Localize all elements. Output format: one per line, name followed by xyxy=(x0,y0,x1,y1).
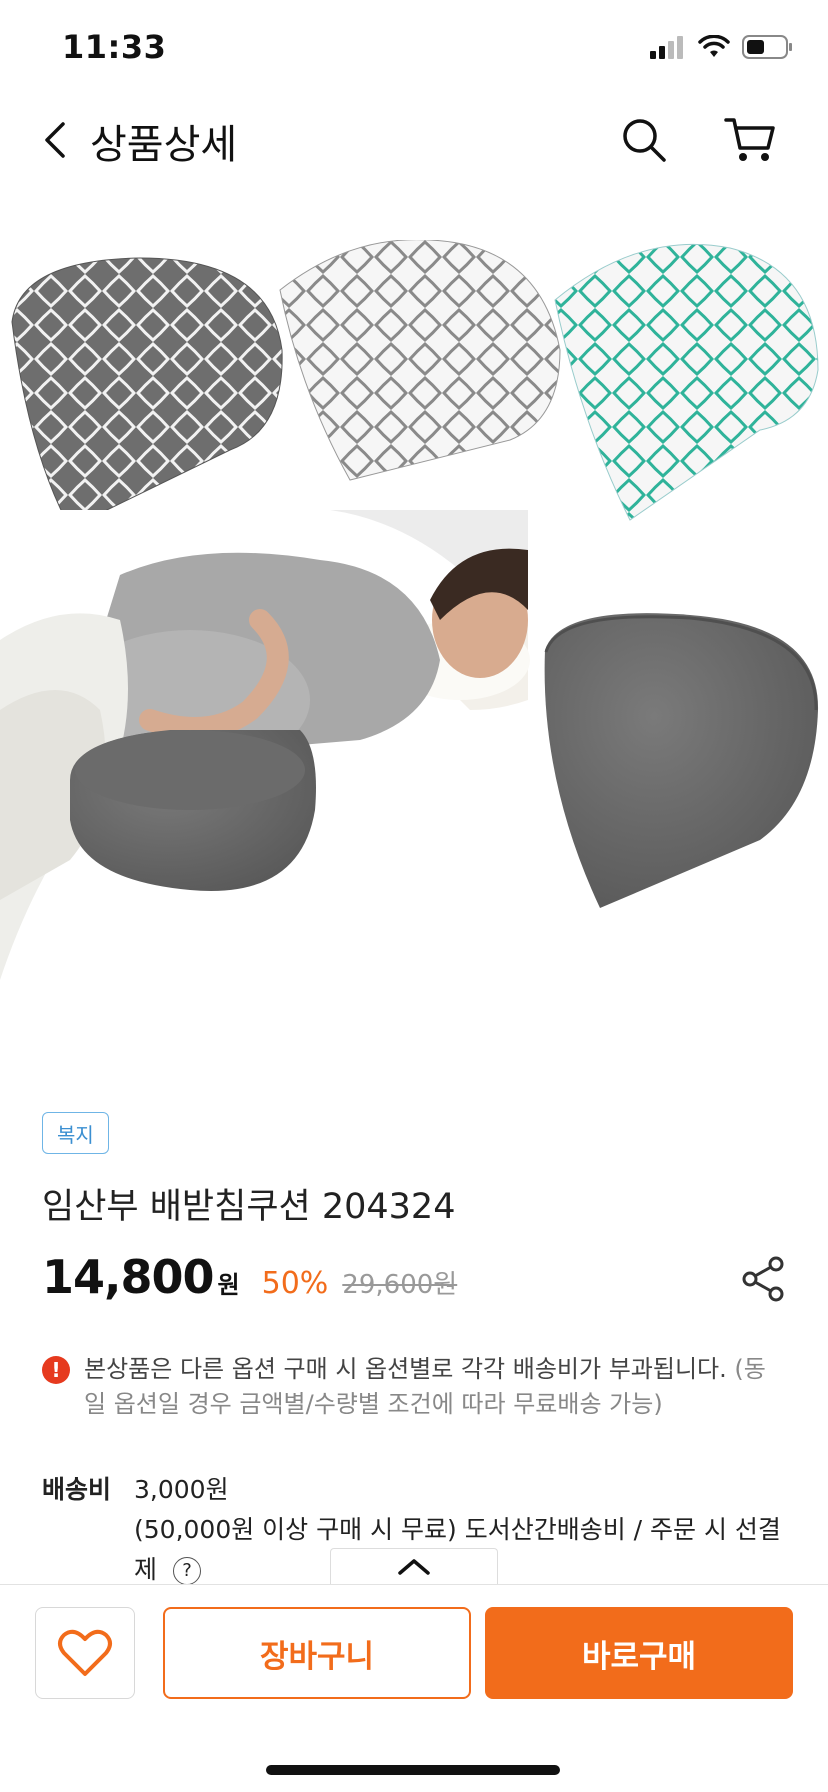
product-name: 임산부 배받침쿠션 204324 xyxy=(42,1187,456,1227)
alert-icon: ! xyxy=(42,1356,70,1384)
share-button[interactable] xyxy=(738,1254,788,1304)
sale-price: 14,800 xyxy=(42,1250,215,1304)
wifi-icon xyxy=(698,35,730,57)
expand-options-handle[interactable] xyxy=(330,1548,498,1584)
search-button[interactable] xyxy=(618,114,670,166)
shipping-notice: ! 본상품은 다른 옵션 구매 시 옵션별로 각각 배송비가 부과됩니다. (동… xyxy=(42,1352,782,1422)
share-icon xyxy=(742,1256,784,1302)
status-time: 11:33 xyxy=(62,28,167,66)
cart-icon xyxy=(724,118,775,161)
product-photo xyxy=(0,240,819,980)
original-price: 29,600원 xyxy=(342,1270,458,1300)
bottom-action-bar: 장바구니 바로구매 xyxy=(0,1584,828,1792)
product-image[interactable] xyxy=(0,240,828,1030)
add-to-cart-button[interactable]: 장바구니 xyxy=(163,1607,471,1699)
back-button[interactable] xyxy=(30,114,80,166)
price-unit: 원 xyxy=(217,1271,240,1299)
search-icon xyxy=(623,119,666,162)
home-indicator xyxy=(266,1765,560,1775)
heart-icon xyxy=(58,1629,112,1676)
cart-button[interactable] xyxy=(722,112,778,168)
status-bar: 11:33 xyxy=(0,0,828,100)
buy-now-button[interactable]: 바로구매 xyxy=(485,1607,793,1699)
shipping-label: 배송비 xyxy=(42,1475,112,1504)
status-icons xyxy=(650,34,794,60)
notice-main: 본상품은 다른 옵션 구매 시 옵션별로 각각 배송비가 부과됩니다. xyxy=(84,1355,727,1383)
chevron-up-icon xyxy=(398,1558,430,1575)
chevron-left-icon xyxy=(45,122,65,158)
help-icon[interactable]: ? xyxy=(172,1557,201,1585)
price-row: 14,800 원 50% 29,600원 xyxy=(42,1250,457,1304)
page-title: 상품상세 xyxy=(90,122,238,168)
app-header: 상품상세 xyxy=(0,100,828,180)
notice-text: 본상품은 다른 옵션 구매 시 옵션별로 각각 배송비가 부과됩니다. (동일 … xyxy=(84,1352,782,1422)
battery-icon xyxy=(742,35,792,59)
welfare-badge: 복지 xyxy=(42,1112,109,1154)
shipping-fee: 3,000원 xyxy=(134,1475,229,1504)
signal-icon xyxy=(650,36,683,59)
wishlist-button[interactable] xyxy=(35,1607,135,1699)
discount-rate: 50% xyxy=(261,1266,329,1301)
